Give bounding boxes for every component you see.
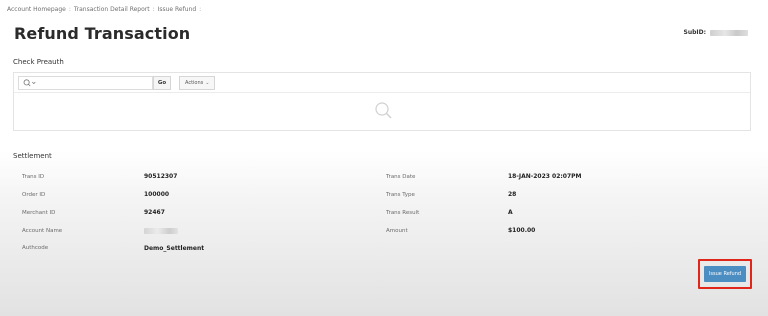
search-toolbar: Go Actions ⌄ <box>14 73 750 93</box>
subid: SubID: <box>683 29 748 36</box>
magnifier-icon <box>374 101 394 125</box>
subid-label: SubID: <box>683 29 707 36</box>
merchant-id-value: 92467 <box>144 209 165 216</box>
check-preauth-title: Check Preauth <box>13 58 64 66</box>
page-title: Refund Transaction <box>14 24 191 43</box>
search-column-toggle[interactable] <box>19 77 41 89</box>
search-box <box>18 75 153 90</box>
check-preauth-region: Go Actions ⌄ <box>13 72 751 131</box>
issue-refund-button[interactable]: Issue Refund <box>704 266 746 282</box>
amount-value: $100.00 <box>508 227 536 234</box>
account-name-redacted-value <box>144 228 178 234</box>
search-icon <box>23 78 36 86</box>
breadcrumb-transaction-detail-report[interactable]: Transaction Detail Report <box>74 6 150 13</box>
trans-date-value: 18-JAN-2023 02:07PM <box>508 173 582 180</box>
trans-type-label: Trans Type <box>386 192 415 198</box>
go-button[interactable]: Go <box>153 75 171 90</box>
breadcrumb-issue-refund: Issue Refund <box>157 6 197 13</box>
breadcrumb: Account Homepage : Transaction Detail Re… <box>7 6 204 13</box>
chevron-down-icon: ⌄ <box>205 79 210 86</box>
breadcrumb-separator: : <box>68 6 71 13</box>
trans-result-label: Trans Result <box>386 210 420 216</box>
trans-type-value: 28 <box>508 191 517 198</box>
authcode-value: Demo_Settlement <box>144 245 205 252</box>
order-id-label: Order ID <box>22 192 46 198</box>
actions-menu-button[interactable]: Actions ⌄ <box>179 75 216 90</box>
settlement-title: Settlement <box>13 152 52 160</box>
settlement-details: Trans ID Order ID Merchant ID Account Na… <box>0 0 768 316</box>
trans-id-value: 90512307 <box>144 173 178 180</box>
amount-label: Amount <box>386 228 408 234</box>
authcode-label: Authcode <box>22 245 49 251</box>
actions-label: Actions <box>185 79 204 86</box>
trans-date-label: Trans Date <box>386 174 416 180</box>
trans-id-label: Trans ID <box>22 174 45 180</box>
subid-redacted-value <box>710 29 748 36</box>
breadcrumb-separator: : <box>152 6 155 13</box>
merchant-id-label: Merchant ID <box>22 210 56 216</box>
trans-result-value: A <box>508 209 513 216</box>
breadcrumb-separator: : <box>199 6 202 13</box>
breadcrumb-account-homepage[interactable]: Account Homepage <box>7 6 66 13</box>
search-input[interactable] <box>41 76 152 89</box>
order-id-value: 100000 <box>144 191 170 198</box>
account-name-label: Account Name <box>22 228 63 234</box>
